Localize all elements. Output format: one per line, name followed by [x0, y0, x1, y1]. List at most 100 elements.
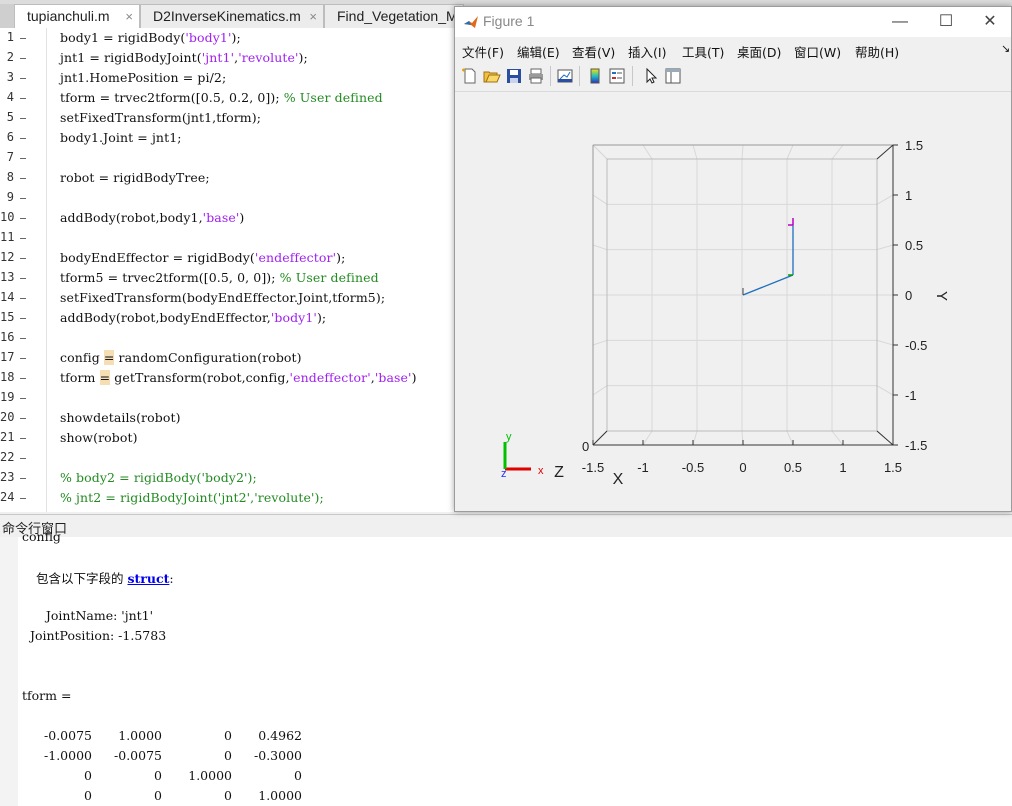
axes-3d[interactable]: -1.5 -1 -0.5 0 0.5 1 1.5 1.5 1 0.5 0 -0.5 -1 -1.5 x y z…: [455, 92, 1011, 511]
property-inspector-icon[interactable]: [664, 67, 682, 85]
menu-desktop[interactable]: 桌面(D): [737, 42, 781, 61]
line-marker[interactable]: [20, 418, 26, 419]
line-marker[interactable]: [20, 158, 26, 159]
line-marker[interactable]: [20, 258, 26, 259]
code-line-8[interactable]: robot = rigidBodyTree;: [60, 170, 210, 185]
line-number: 11: [0, 230, 15, 244]
line-number: 12: [0, 250, 15, 264]
struct-link[interactable]: struct: [127, 571, 169, 586]
menu-tools[interactable]: 工具(T): [682, 42, 724, 61]
maximize-button[interactable]: ☐: [923, 7, 969, 37]
code-line-24[interactable]: % jnt2 = rigidBodyJoint('jnt2','revolute…: [60, 490, 324, 505]
code-line-20[interactable]: showdetails(robot): [60, 410, 181, 425]
line-marker[interactable]: [20, 178, 26, 179]
line-marker[interactable]: [20, 298, 26, 299]
toolbar-separator: [579, 66, 580, 86]
code-line-5[interactable]: setFixedTransform(jnt1,tform);: [60, 110, 261, 125]
axes-container[interactable]: -1.5 -1 -0.5 0 0.5 1 1.5 1.5 1 0.5 0 -0.5 -1 -1.5 x y z…: [455, 92, 1011, 511]
matrix-cell: 1.0000: [258, 788, 302, 803]
tab-label: D2InverseKinematics.m: [153, 8, 301, 24]
menu-edit[interactable]: 编辑(E): [517, 42, 560, 61]
line-marker[interactable]: [20, 138, 26, 139]
line-marker[interactable]: [20, 398, 26, 399]
line-number: 4: [6, 90, 14, 104]
grid-line-top: [692, 144, 698, 160]
code-line-1[interactable]: body1 = rigidBody('body1');: [60, 30, 241, 45]
matrix-cell: -1.0000: [44, 748, 92, 763]
print-icon[interactable]: [527, 67, 545, 85]
line-marker[interactable]: [20, 98, 26, 99]
tab-tupianchuli[interactable]: tupianchuli.m ×: [14, 4, 140, 28]
tab-scroll-left[interactable]: [0, 4, 15, 28]
tab-find-vegetation[interactable]: Find_Vegetation_Mu: [324, 4, 464, 28]
line-marker[interactable]: [20, 318, 26, 319]
line-marker[interactable]: [20, 78, 26, 79]
line-number: 23: [0, 470, 15, 484]
menu-file[interactable]: 文件(F): [462, 42, 504, 61]
edit-plot-icon[interactable]: [642, 67, 660, 85]
line-marker[interactable]: [20, 358, 26, 359]
triad-y-label: y: [506, 431, 512, 443]
grid-line-top: [642, 144, 653, 160]
grid-line-side: [592, 385, 608, 396]
link-plot-icon[interactable]: [556, 67, 574, 85]
code-line-12[interactable]: bodyEndEffector = rigidBody('endeffector…: [60, 250, 345, 265]
line-marker[interactable]: [20, 438, 26, 439]
line-number: 6: [6, 130, 14, 144]
y-tick-label: 1.5: [905, 138, 923, 153]
matrix-cell: 0: [154, 788, 162, 803]
y-tick-label: 0: [905, 288, 912, 303]
command-window[interactable]: config 包含以下字段的 struct: JointName: 'jnt1'…: [0, 529, 1012, 806]
robot-model[interactable]: [742, 218, 794, 296]
code-line-2[interactable]: jnt1 = rigidBodyJoint('jnt1','revolute')…: [60, 50, 308, 65]
line-marker[interactable]: [20, 218, 26, 219]
close-icon[interactable]: ×: [125, 5, 133, 28]
line-marker[interactable]: [20, 118, 26, 119]
insert-legend-icon[interactable]: [608, 67, 626, 85]
matrix-cell: 0: [84, 768, 92, 783]
matrix-cell: -0.0075: [44, 728, 92, 743]
code-line-6[interactable]: body1.Joint = jnt1;: [60, 130, 182, 145]
code-line-13[interactable]: tform5 = trvec2tform([0.5, 0, 0]); % Use…: [60, 270, 379, 285]
line-marker[interactable]: [20, 238, 26, 239]
z-axis-label: Z: [554, 464, 564, 481]
insert-colorbar-icon[interactable]: [586, 67, 604, 85]
code-line-3[interactable]: jnt1.HomePosition = pi/2;: [60, 70, 226, 85]
close-icon[interactable]: ×: [309, 5, 317, 28]
menu-help[interactable]: 帮助(H): [855, 42, 899, 61]
line-marker[interactable]: [20, 338, 26, 339]
close-button[interactable]: ✕: [967, 7, 1012, 37]
figure-title-bar[interactable]: Figure 1 — ☐ ✕: [455, 7, 1011, 37]
code-line-10[interactable]: addBody(robot,body1,'base'): [60, 210, 244, 225]
line-marker[interactable]: [20, 458, 26, 459]
menu-more-icon[interactable]: ↘: [1001, 42, 1010, 55]
new-figure-icon[interactable]: [461, 67, 479, 85]
grid-line-floor: [831, 430, 844, 446]
code-line-15[interactable]: addBody(robot,bodyEndEffector,'body1');: [60, 310, 326, 325]
code-line-18[interactable]: tform = getTransform(robot,config,'endef…: [60, 370, 417, 385]
command-window-gutter: [0, 537, 18, 806]
save-icon[interactable]: [505, 67, 523, 85]
x-tick-label: 1: [839, 460, 846, 475]
code-line-4[interactable]: tform = trvec2tform([0.5, 0.2, 0]); % Us…: [60, 90, 383, 105]
line-marker[interactable]: [20, 278, 26, 279]
menu-window[interactable]: 窗口(W): [794, 42, 841, 61]
menu-view[interactable]: 查看(V): [572, 42, 615, 61]
tab-d2inversekinematics[interactable]: D2InverseKinematics.m ×: [140, 4, 324, 28]
line-number: 5: [6, 110, 14, 124]
output-field-jointname: JointName: 'jnt1': [22, 608, 154, 623]
code-line-14[interactable]: setFixedTransform(bodyEndEffector.Joint,…: [60, 290, 385, 305]
line-marker[interactable]: [20, 498, 26, 499]
code-line-21[interactable]: show(robot): [60, 430, 138, 445]
open-file-icon[interactable]: [483, 67, 501, 85]
figure-window[interactable]: Figure 1 — ☐ ✕ 文件(F) 编辑(E) 查看(V) 插入(I) 工…: [454, 6, 1012, 512]
code-line-17[interactable]: config = randomConfiguration(robot): [60, 350, 302, 365]
code-line-23[interactable]: % body2 = rigidBody('body2');: [60, 470, 257, 485]
line-marker[interactable]: [20, 38, 26, 39]
line-marker[interactable]: [20, 198, 26, 199]
line-marker[interactable]: [20, 58, 26, 59]
line-marker[interactable]: [20, 478, 26, 479]
menu-insert[interactable]: 插入(I): [628, 42, 666, 61]
line-marker[interactable]: [20, 378, 26, 379]
minimize-button[interactable]: —: [877, 7, 923, 37]
